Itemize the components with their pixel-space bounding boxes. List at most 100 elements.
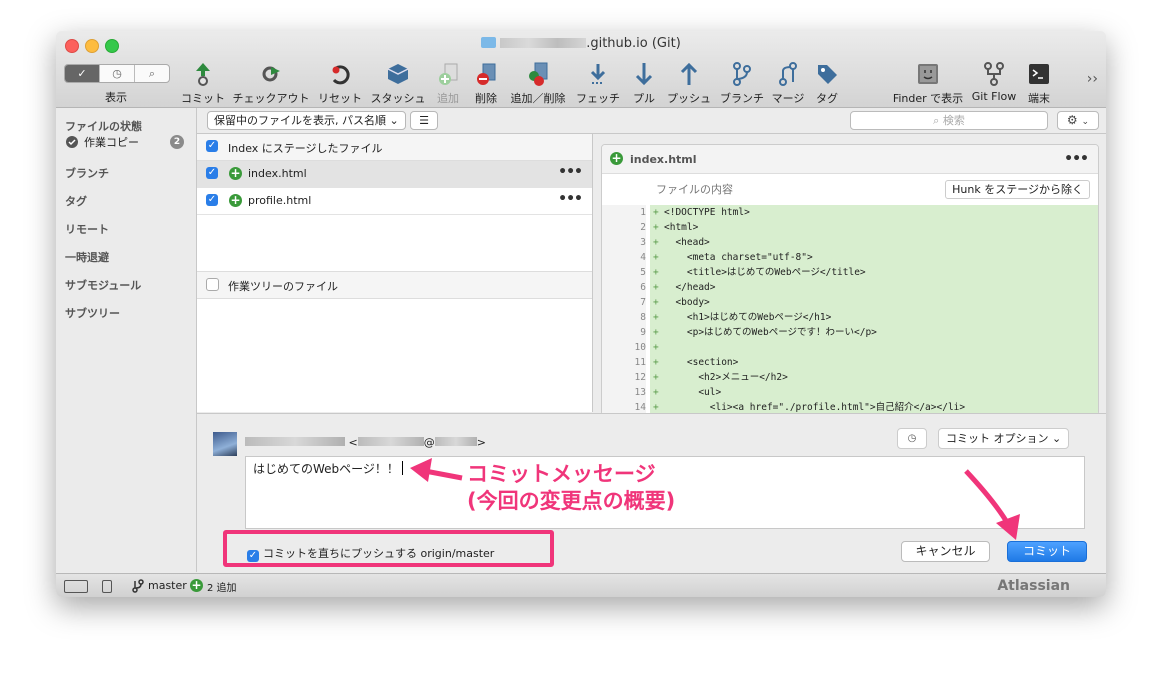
- finder-toolbar-button[interactable]: Finder で表示: [890, 60, 966, 106]
- add-toolbar-button[interactable]: 追加: [432, 60, 464, 106]
- added-line-marker: +: [653, 267, 659, 278]
- push-toolbar-button[interactable]: プッシュ: [664, 60, 714, 106]
- line-number: 4: [602, 250, 646, 265]
- redacted-email-user: [357, 437, 424, 446]
- file-checkbox[interactable]: ✓: [206, 194, 218, 206]
- commit-options-select[interactable]: コミット オプション ⌄: [938, 428, 1070, 449]
- sidebar-file-status[interactable]: ファイルの状態: [65, 118, 142, 134]
- reset-toolbar-button[interactable]: リセット: [316, 60, 364, 106]
- line-code: <section>: [664, 357, 739, 368]
- added-line-background: [650, 220, 1098, 235]
- sidebar-item-stashes[interactable]: 一時退避: [65, 249, 109, 265]
- commit-button[interactable]: コミット: [1007, 541, 1087, 562]
- sidebar-item-submodules[interactable]: サブモジュール: [65, 277, 141, 293]
- more-actions-icon[interactable]: •••: [1064, 151, 1089, 167]
- commit-toolbar-button[interactable]: コミット: [181, 60, 225, 106]
- merge-toolbar-button[interactable]: マージ: [770, 60, 806, 106]
- sidebar-item-subtrees[interactable]: サブツリー: [65, 305, 120, 321]
- sidebar-item-remotes[interactable]: リモート: [65, 221, 109, 237]
- sidebar: ファイルの状態 作業コピー 2 ブランチ タグ リモート 一時退避 サブモジュー…: [56, 108, 197, 572]
- search-input[interactable]: ⌕ 検索: [850, 111, 1048, 130]
- added-line-background: [650, 340, 1098, 355]
- diff-card: + index.html ••• ファイルの内容 Hunk をステージから除く …: [601, 144, 1099, 416]
- history-view-icon[interactable]: ◷: [100, 65, 135, 82]
- avatar: [213, 432, 237, 456]
- unstage-hunk-button[interactable]: Hunk をステージから除く: [945, 180, 1090, 199]
- stash-toolbar-button[interactable]: スタッシュ: [368, 60, 428, 106]
- list-view-button[interactable]: ☰: [410, 111, 438, 130]
- staged-section-header[interactable]: ✓ Index にステージしたファイル: [197, 134, 592, 161]
- git-flow-toolbar-button[interactable]: Git Flow: [966, 60, 1022, 103]
- branch-icon: [733, 62, 751, 86]
- add-remove-icon: [529, 62, 548, 86]
- clock-icon: ◷: [907, 433, 917, 444]
- hunk-label: ファイルの内容: [656, 183, 733, 196]
- added-line-marker: +: [653, 357, 659, 368]
- more-actions-icon[interactable]: •••: [558, 191, 583, 207]
- cancel-button[interactable]: キャンセル: [901, 541, 990, 562]
- view-mode-segmented-control[interactable]: ✓ ◷ ⌕: [64, 64, 170, 83]
- checkout-toolbar-button[interactable]: チェックアウト: [231, 60, 311, 106]
- current-branch: master: [148, 579, 187, 592]
- filter-bar: 保留中のファイルを表示, パス名順 ⌄ ☰ ⌕ 検索 ⚙ ⌄: [197, 108, 1106, 134]
- toggle-sidebar-icon[interactable]: [64, 580, 88, 593]
- annotation-commit-summary: (今回の変更点の概要): [467, 489, 676, 513]
- tag-toolbar-button[interactable]: タグ: [812, 60, 842, 106]
- atlassian-logo: Atlassian: [997, 578, 1070, 594]
- added-line-marker: +: [653, 312, 659, 323]
- add-remove-toolbar-button[interactable]: 追加／削除: [506, 60, 570, 106]
- settings-menu-button[interactable]: ⚙ ⌄: [1057, 111, 1099, 130]
- file-status-view-icon[interactable]: ✓: [65, 65, 100, 82]
- added-line-background: [650, 280, 1098, 295]
- author-line: < @ >: [245, 436, 486, 449]
- sidebar-item-branches[interactable]: ブランチ: [65, 165, 109, 181]
- file-row[interactable]: ✓ + profile.html •••: [197, 188, 592, 215]
- line-code: <title>はじめてのWebページ</title>: [664, 267, 866, 278]
- diff-line: 3 + <head>: [602, 235, 1098, 250]
- reset-icon: [332, 65, 350, 85]
- file-filter-select[interactable]: 保留中のファイルを表示, パス名順 ⌄: [207, 111, 406, 130]
- file-name: index.html: [248, 167, 307, 180]
- diff-line: 7 + <body>: [602, 295, 1098, 310]
- pull-toolbar-button[interactable]: プル: [628, 60, 660, 106]
- titlebar: .github.io (Git) ✓ ◷ ⌕ 表示 コミット チェックアウト リ…: [56, 31, 1106, 108]
- added-line-marker: +: [653, 342, 659, 353]
- line-code: <h1>はじめてのWebページ</h1>: [664, 312, 832, 323]
- toggle-commit-panel-icon[interactable]: [102, 580, 112, 593]
- sidebar-item-tags[interactable]: タグ: [65, 193, 87, 209]
- more-actions-icon[interactable]: •••: [558, 164, 583, 180]
- history-button[interactable]: ◷: [897, 428, 927, 449]
- line-number: 9: [602, 325, 646, 340]
- file-checkbox[interactable]: ✓: [206, 167, 218, 179]
- hunk-header: ファイルの内容 Hunk をステージから除く: [602, 175, 1098, 201]
- list-icon: ☰: [419, 114, 429, 127]
- diff-line: 2 + <html>: [602, 220, 1098, 235]
- text-caret: [401, 461, 403, 475]
- line-code: <head>: [664, 237, 710, 248]
- staged-all-checkbox[interactable]: ✓: [206, 140, 218, 152]
- sidebar-item-working-copy[interactable]: 作業コピー: [84, 134, 139, 150]
- diff-line: 12 + <h2>メニュー</h2>: [602, 370, 1098, 385]
- line-number: 5: [602, 265, 646, 280]
- branch-toolbar-button[interactable]: ブランチ: [718, 60, 766, 106]
- search-view-icon[interactable]: ⌕: [135, 65, 169, 82]
- diff-line: 10 +: [602, 340, 1098, 355]
- diff-line: 5 + <title>はじめてのWebページ</title>: [602, 265, 1098, 280]
- line-code: <body>: [664, 297, 710, 308]
- terminal-toolbar-button[interactable]: 端末: [1022, 60, 1056, 106]
- remove-toolbar-button[interactable]: 削除: [470, 60, 502, 106]
- unstaged-section-header[interactable]: 作業ツリーのファイル: [197, 271, 592, 299]
- fetch-toolbar-button[interactable]: フェッチ: [574, 60, 622, 106]
- line-code: </head>: [664, 282, 716, 293]
- check-circle-icon: [66, 136, 78, 148]
- added-line-background: [650, 295, 1098, 310]
- file-row[interactable]: ✓ + index.html •••: [197, 161, 592, 188]
- search-icon: ⌕: [933, 114, 940, 127]
- unstaged-all-checkbox[interactable]: [206, 278, 219, 291]
- git-flow-icon: [984, 62, 1004, 86]
- toolbar-overflow-chevron-icon[interactable]: ››: [1087, 71, 1098, 87]
- line-code: <p>はじめてのWebページです！わーい</p>: [664, 327, 877, 338]
- line-number: 10: [602, 340, 646, 355]
- line-code: <meta charset="utf-8">: [664, 252, 813, 263]
- status-bar: master + 2 追加 Atlassian: [56, 573, 1106, 597]
